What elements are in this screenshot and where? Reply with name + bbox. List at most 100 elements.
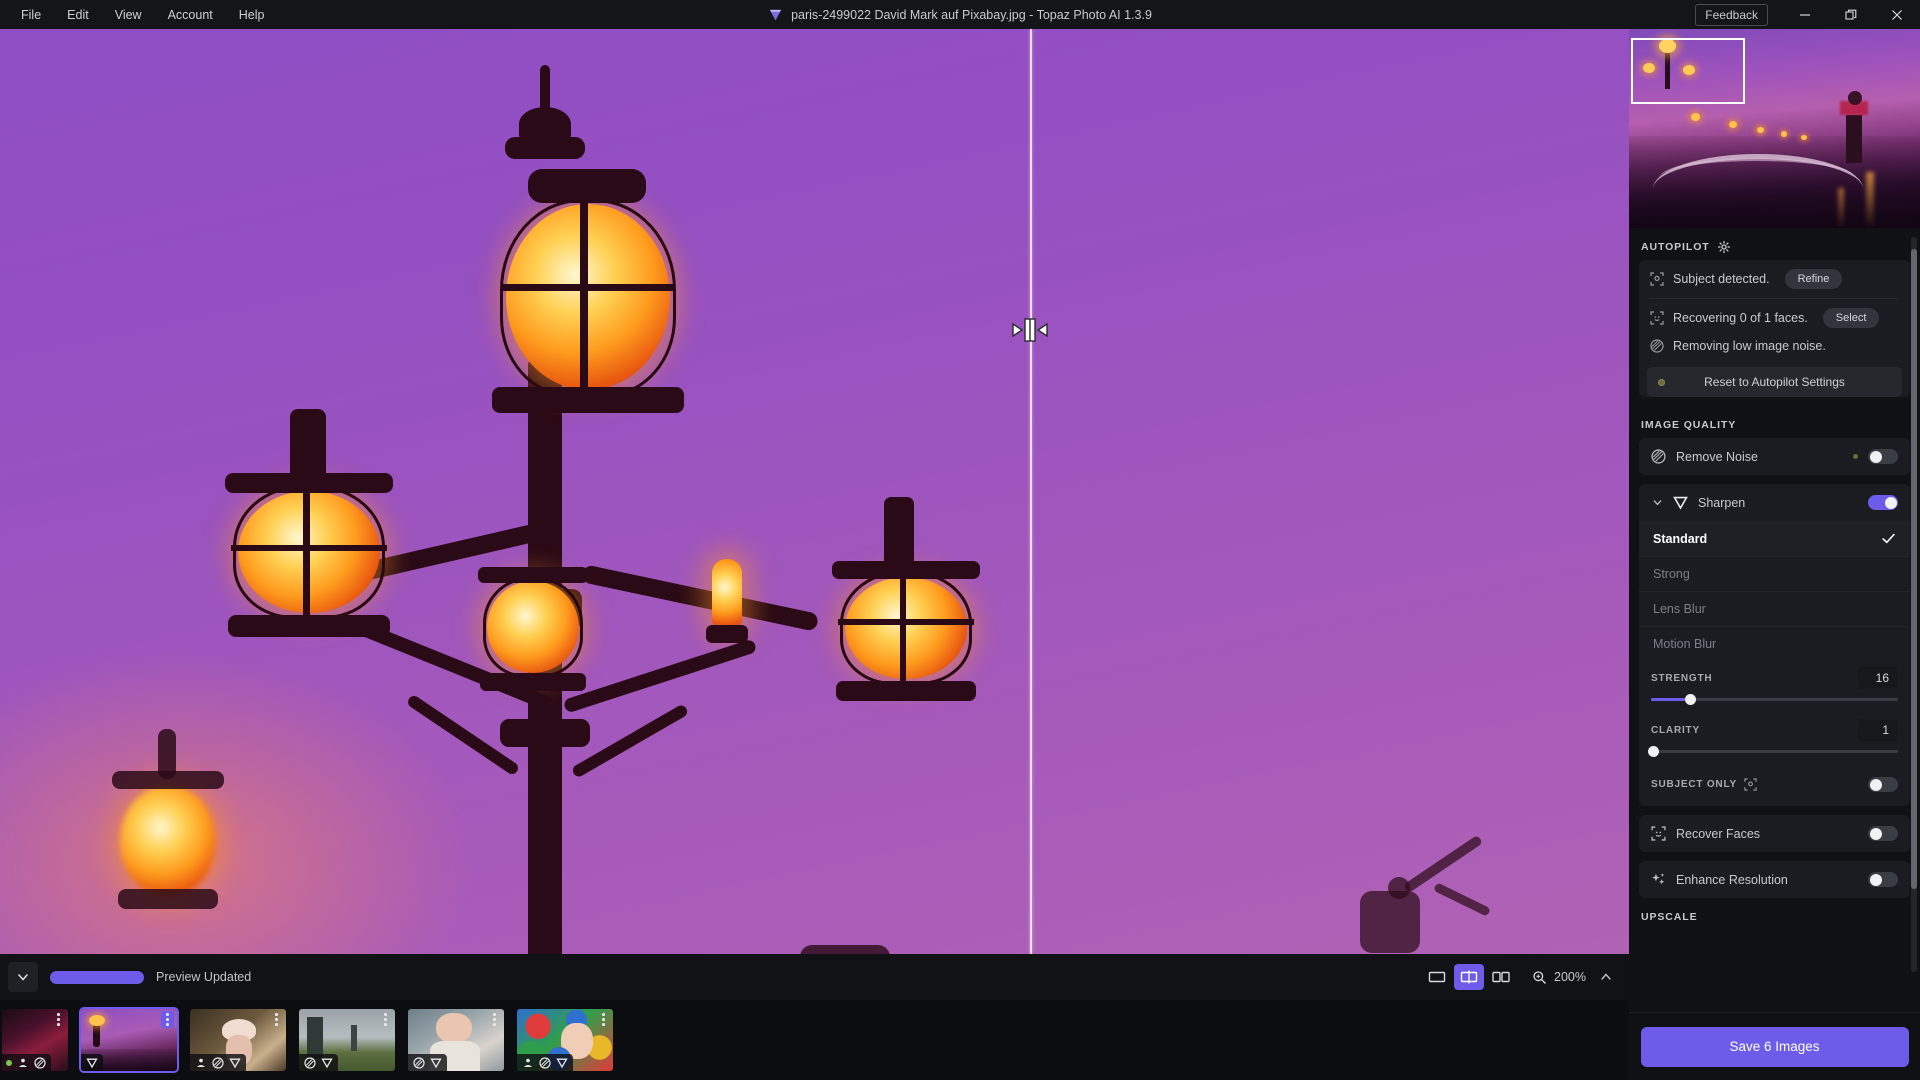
feature-row-recover-faces[interactable]: Recover Faces bbox=[1639, 815, 1910, 852]
sharpen-toggle[interactable] bbox=[1868, 495, 1898, 510]
subject-detect-icon bbox=[1744, 778, 1757, 791]
menu-item-file[interactable]: File bbox=[10, 4, 52, 26]
strength-slider-knob[interactable] bbox=[1685, 694, 1697, 705]
model-label: Standard bbox=[1653, 531, 1708, 546]
image-canvas[interactable] bbox=[0, 29, 1629, 954]
denoise-icon bbox=[412, 1056, 425, 1069]
thumbnail-menu-button[interactable] bbox=[488, 1011, 501, 1028]
subject-only-toggle[interactable] bbox=[1868, 777, 1898, 792]
strength-slider-track[interactable] bbox=[1651, 694, 1898, 705]
thumbnail-menu-button[interactable] bbox=[597, 1011, 610, 1028]
autopilot-row-noise: Removing low image noise. bbox=[1639, 337, 1910, 362]
feature-row-sharpen[interactable]: Sharpen bbox=[1639, 484, 1910, 521]
thumbnail-badges bbox=[81, 1054, 103, 1071]
enhance-resolution-toggle[interactable] bbox=[1868, 872, 1898, 887]
settings-scrollbar[interactable] bbox=[1911, 237, 1917, 972]
enhance-resolution-label: Enhance Resolution bbox=[1676, 872, 1788, 887]
view-controls: 200% bbox=[1422, 964, 1613, 990]
zoom-control[interactable]: 200% bbox=[1532, 970, 1613, 985]
autopilot-indicator-dot bbox=[1853, 454, 1858, 459]
list-item[interactable] bbox=[515, 1007, 615, 1073]
filmstrip-collapse-button[interactable] bbox=[8, 962, 38, 992]
menu-bar: File Edit View Account Help bbox=[0, 4, 275, 26]
close-icon bbox=[1892, 9, 1902, 20]
autopilot-row-faces: Recovering 0 of 1 faces. Select bbox=[1639, 299, 1910, 337]
navigator-viewport-rect[interactable] bbox=[1631, 38, 1745, 104]
thumbnail-menu-button[interactable] bbox=[52, 1011, 65, 1028]
sharpen-icon bbox=[320, 1056, 333, 1069]
preview-image bbox=[0, 29, 1629, 954]
list-item[interactable] bbox=[0, 1007, 70, 1073]
thumbnail-menu-button[interactable] bbox=[161, 1011, 174, 1028]
feature-row-remove-noise[interactable]: Remove Noise bbox=[1639, 438, 1910, 475]
minimize-button[interactable] bbox=[1782, 0, 1828, 29]
feature-row-enhance-resolution[interactable]: Enhance Resolution bbox=[1639, 861, 1910, 898]
sharpen-model-standard[interactable]: Standard bbox=[1639, 521, 1910, 556]
clarity-slider-knob[interactable] bbox=[1647, 746, 1659, 757]
denoise-icon bbox=[303, 1056, 316, 1069]
sparkle-icon bbox=[1652, 873, 1665, 885]
subject-only-row[interactable]: SUBJECT ONLY bbox=[1639, 765, 1910, 806]
list-item[interactable] bbox=[297, 1007, 397, 1073]
view-mode-single[interactable] bbox=[1422, 964, 1452, 990]
reset-autopilot-button[interactable]: Reset to Autopilot Settings bbox=[1647, 367, 1902, 397]
view-mode-split[interactable] bbox=[1454, 964, 1484, 990]
menu-item-account[interactable]: Account bbox=[157, 4, 224, 26]
thumbnail-badges bbox=[299, 1054, 338, 1071]
sharpen-card: Sharpen Standard Strong Lens Blur Motion… bbox=[1639, 484, 1910, 806]
thumbnail-badges bbox=[2, 1054, 51, 1071]
sharpen-model-strong[interactable]: Strong bbox=[1639, 556, 1910, 591]
model-label: Motion Blur bbox=[1653, 637, 1717, 651]
subject-only-label: SUBJECT ONLY bbox=[1651, 779, 1737, 790]
menu-item-view[interactable]: View bbox=[104, 4, 153, 26]
denoise-icon bbox=[211, 1056, 224, 1069]
filmstrip[interactable] bbox=[0, 1000, 1629, 1080]
remove-noise-toggle[interactable] bbox=[1868, 449, 1898, 464]
model-label: Lens Blur bbox=[1653, 602, 1706, 616]
view-mode-side-by-side[interactable] bbox=[1486, 964, 1516, 990]
close-button[interactable] bbox=[1874, 0, 1920, 29]
navigator-preview[interactable] bbox=[1629, 29, 1920, 228]
settings-panel: AUTOPILOT Subject detected. Refine Recov… bbox=[1629, 29, 1920, 1080]
menu-item-edit[interactable]: Edit bbox=[56, 4, 100, 26]
minimize-icon bbox=[1800, 13, 1810, 16]
model-label: Strong bbox=[1653, 567, 1690, 581]
split-divider-handle[interactable] bbox=[1008, 315, 1052, 345]
reset-autopilot-label: Reset to Autopilot Settings bbox=[1704, 375, 1845, 389]
split-drag-handle-icon bbox=[1012, 318, 1048, 342]
zoom-level-value: 200% bbox=[1554, 970, 1586, 984]
list-item[interactable] bbox=[406, 1007, 506, 1073]
sharpen-icon bbox=[1673, 496, 1688, 510]
side-by-side-icon bbox=[1492, 971, 1510, 983]
chevron-up-icon[interactable] bbox=[1599, 970, 1613, 984]
thumbnail-badges bbox=[517, 1054, 573, 1071]
maximize-button[interactable] bbox=[1828, 0, 1874, 29]
remove-noise-label: Remove Noise bbox=[1676, 449, 1758, 464]
menu-item-help[interactable]: Help bbox=[228, 4, 276, 26]
settings-scrollbar-thumb[interactable] bbox=[1911, 249, 1917, 889]
sharpen-icon bbox=[228, 1056, 241, 1069]
denoise-icon bbox=[538, 1056, 551, 1069]
maximize-icon bbox=[1845, 9, 1857, 20]
thumbnail-menu-button[interactable] bbox=[379, 1011, 392, 1028]
clarity-value[interactable]: 1 bbox=[1858, 719, 1898, 741]
window-title: paris-2499022 David Mark auf Pixabay.jpg… bbox=[791, 7, 1152, 22]
select-faces-button[interactable]: Select bbox=[1822, 308, 1880, 328]
clarity-header: CLARITY 1 bbox=[1651, 719, 1898, 741]
sharpen-model-motion-blur[interactable]: Motion Blur bbox=[1639, 626, 1910, 661]
clarity-slider-track[interactable] bbox=[1647, 746, 1898, 757]
gear-icon[interactable] bbox=[1717, 241, 1730, 253]
recover-faces-toggle[interactable] bbox=[1868, 826, 1898, 841]
thumbnail-menu-button[interactable] bbox=[270, 1011, 283, 1028]
recover-faces-card: Recover Faces bbox=[1639, 815, 1910, 852]
sharpen-model-lens-blur[interactable]: Lens Blur bbox=[1639, 591, 1910, 626]
feedback-button[interactable]: Feedback bbox=[1695, 3, 1768, 26]
strength-value[interactable]: 16 bbox=[1858, 667, 1898, 689]
refine-button[interactable]: Refine bbox=[1784, 269, 1843, 289]
sharpen-icon bbox=[429, 1056, 442, 1069]
list-item[interactable] bbox=[188, 1007, 288, 1073]
list-item[interactable] bbox=[79, 1007, 179, 1073]
split-pane-icon bbox=[1460, 970, 1478, 984]
sharpen-collapse-chevron[interactable] bbox=[1651, 497, 1663, 508]
save-images-button[interactable]: Save 6 Images bbox=[1640, 1026, 1909, 1067]
